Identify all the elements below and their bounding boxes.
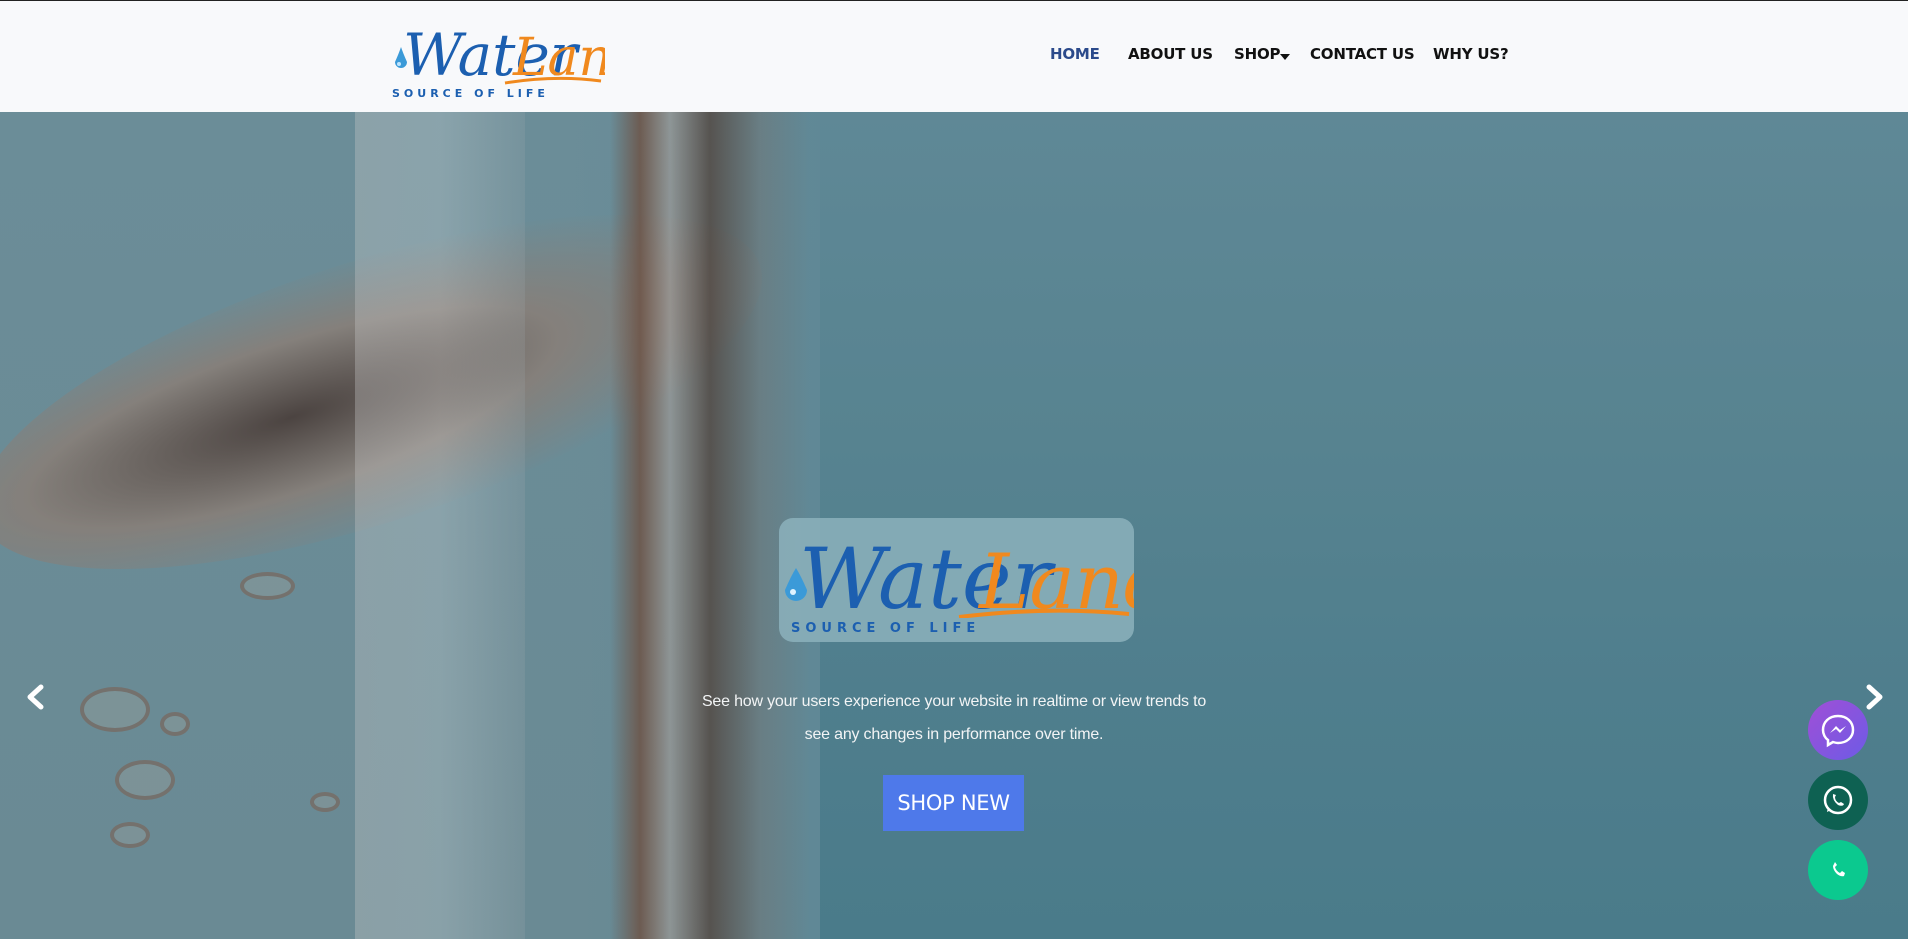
hero-logo-tagline: SOURCE OF LIFE (791, 621, 981, 636)
bubble-image (310, 792, 340, 812)
hero-description: See how your users experience your websi… (701, 693, 1207, 743)
bubble-image (240, 572, 295, 600)
logo-tagline: SOURCE OF LIFE (392, 87, 549, 100)
bubble-image (115, 760, 175, 800)
messenger-icon (1821, 714, 1855, 748)
main-nav: HOME ABOUT US SHOP CONTACT US WHY US? (0, 45, 1908, 69)
phone-button[interactable] (1808, 840, 1868, 900)
hero-logo: Water Land SOURCE OF LIFE (779, 518, 1134, 642)
hero-logo-wordmark: Water Land (785, 530, 1134, 618)
nav-shop[interactable]: SHOP (1234, 45, 1281, 63)
site-header: Water Land SOURCE OF LIFE HOME ABOUT US … (0, 0, 1908, 112)
bubble-image (160, 712, 190, 736)
nav-home[interactable]: HOME (1050, 45, 1100, 63)
shop-new-button[interactable]: SHOP NEW (883, 775, 1024, 831)
svg-text:Land: Land (977, 537, 1134, 618)
nav-why-us[interactable]: WHY US? (1433, 45, 1509, 63)
phone-icon (1833, 862, 1845, 877)
bubble-image (110, 822, 150, 848)
whatsapp-button[interactable] (1808, 770, 1868, 830)
nav-about-us[interactable]: ABOUT US (1128, 45, 1213, 63)
bubble-image (80, 687, 150, 732)
shop-dropdown-caret-icon[interactable] (1280, 54, 1290, 60)
nav-contact-us[interactable]: CONTACT US (1310, 45, 1415, 63)
chevron-left-icon[interactable] (21, 682, 51, 712)
messenger-button[interactable] (1808, 700, 1868, 760)
glass-reflection (355, 112, 525, 939)
whatsapp-icon (1823, 785, 1853, 815)
